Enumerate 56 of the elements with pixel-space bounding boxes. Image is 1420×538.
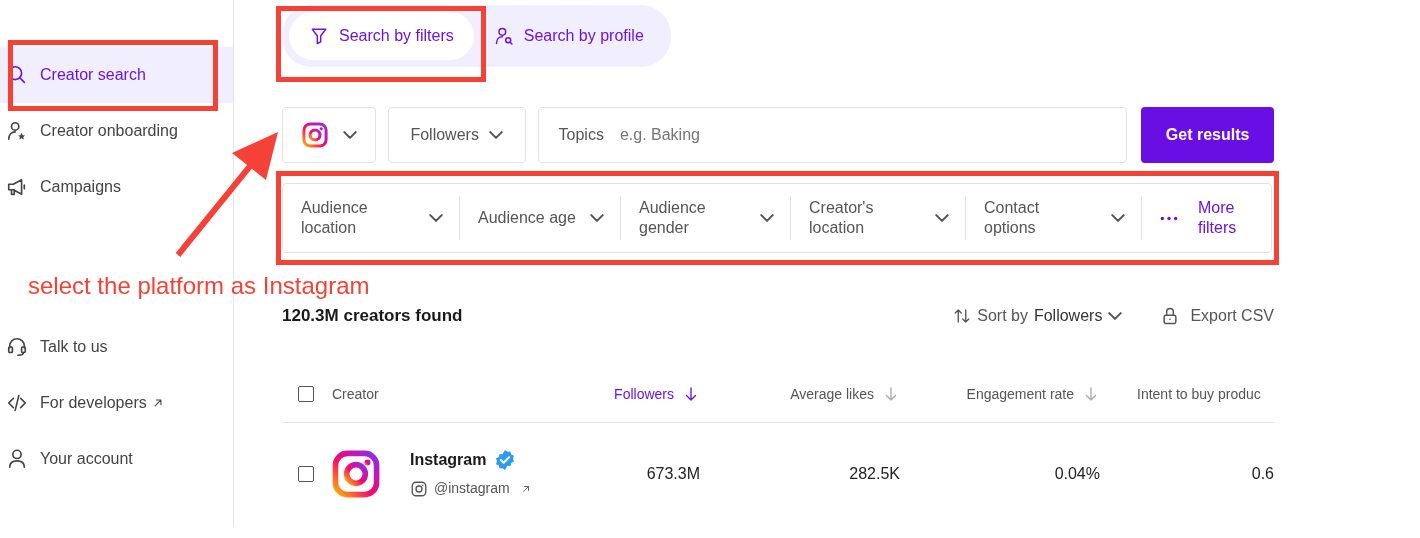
table-cell-text: 0.04% (1053, 463, 1100, 484)
filter-dropdown[interactable]: Audience age (459, 196, 620, 240)
topics-label: Topics (558, 125, 604, 145)
export-csv-button[interactable]: Export CSV (1160, 303, 1274, 328)
instagram-logo-icon (300, 121, 329, 149)
row-checkbox[interactable] (298, 465, 314, 482)
code-icon (6, 392, 28, 414)
sort-icon (953, 306, 972, 325)
more-icon (1160, 215, 1178, 221)
filter-dropdown[interactable]: Creator's location (790, 196, 965, 240)
results-count: 120.3M creators found (282, 305, 464, 327)
more-filters-button[interactable]: More filters (1141, 196, 1271, 240)
sidebar-item[interactable]: Creator onboarding (0, 103, 233, 159)
column-header: Creator (332, 384, 380, 404)
select-all-checkbox[interactable] (298, 386, 314, 402)
verified-badge-icon (494, 449, 517, 471)
sidebar-item[interactable]: Creator search (0, 47, 233, 103)
platform-dropdown[interactable] (282, 107, 376, 163)
column-header[interactable]: Engagement rate (900, 383, 1100, 405)
search-mode-tab[interactable]: Search by profile (473, 12, 664, 60)
chevron-down-icon (429, 214, 443, 222)
column-header: Intent to buy produc (1136, 384, 1262, 404)
table-cell-text: 0.6 (1250, 463, 1274, 484)
creator-name: Instagram (410, 450, 487, 470)
get-results-button[interactable]: Get results (1141, 107, 1274, 163)
headset-icon (6, 336, 28, 358)
filter-dropdown[interactable]: Audience gender (620, 196, 790, 240)
sidebar-item[interactable]: Campaigns (0, 159, 233, 215)
user-star-icon (6, 120, 28, 142)
chevron-down-icon (760, 214, 774, 222)
sidebar-item[interactable]: For developers (0, 375, 233, 431)
table-cell-text: 282.5K (848, 463, 900, 484)
creator-handle-link[interactable]: @instagram (434, 478, 510, 499)
chevron-down-icon (1108, 311, 1123, 320)
topics-field[interactable]: Topics e.g. Baking (537, 107, 1128, 163)
sidebar-item[interactable]: Talk to us (0, 319, 233, 375)
filter-icon (309, 26, 329, 46)
user-icon (6, 448, 28, 470)
megaphone-icon (6, 176, 28, 198)
chevron-down-icon (488, 131, 503, 139)
chevron-down-icon (342, 131, 357, 139)
chevron-down-icon (1111, 214, 1125, 222)
sort-dropdown[interactable]: Sort by Followers (953, 303, 1123, 328)
column-header[interactable]: Average likes (700, 383, 900, 405)
followers-dropdown[interactable]: Followers (387, 107, 526, 163)
instagram-icon (410, 479, 428, 498)
chevron-down-icon (590, 214, 604, 222)
search-mode-tab[interactable]: Search by filters (289, 12, 474, 60)
annotation-text: select the platform as Instagram (28, 271, 370, 301)
column-header[interactable]: Followers (502, 383, 700, 405)
table-cell-text: 673.3M (645, 463, 700, 484)
sidebar-item[interactable]: Your account (0, 431, 233, 487)
filter-dropdown[interactable]: Audience location (283, 196, 459, 240)
user-search-icon (493, 26, 514, 46)
chevron-down-icon (935, 214, 949, 222)
filter-dropdown[interactable]: Contact options (965, 196, 1141, 240)
